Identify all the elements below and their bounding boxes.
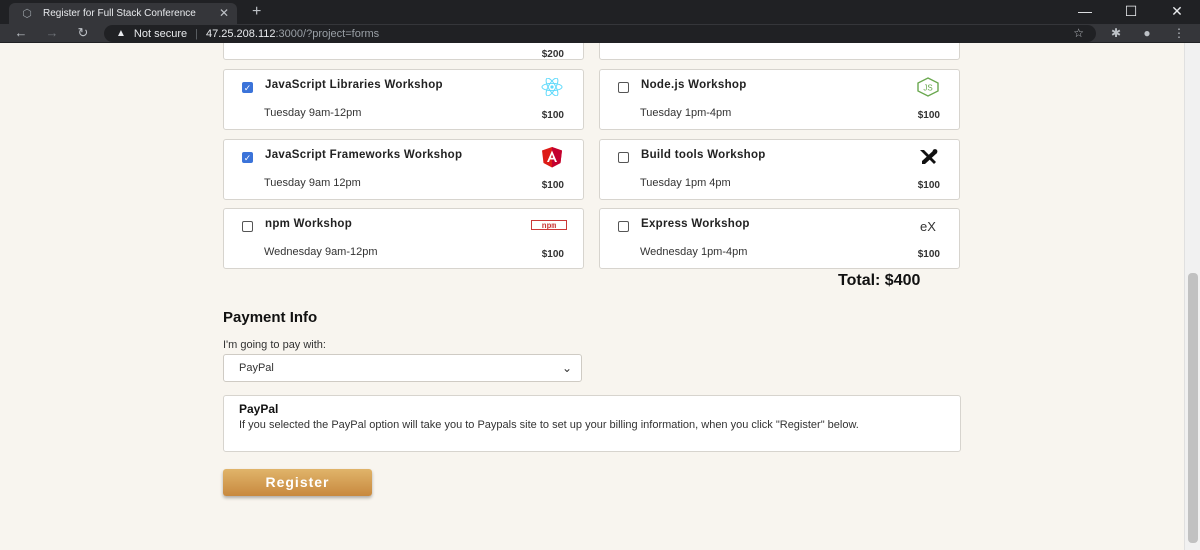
workshop-card-partial[interactable]: $200 bbox=[223, 43, 584, 60]
forward-icon[interactable]: → bbox=[41, 24, 63, 43]
bookmark-star-icon[interactable]: ☆ bbox=[1073, 26, 1084, 40]
address-bar[interactable]: ▲ Not secure | 47.25.208.112 :3000/?proj… bbox=[104, 25, 1096, 42]
chevron-down-icon: ⌄ bbox=[561, 361, 572, 375]
maximize-button[interactable]: ☐ bbox=[1108, 0, 1154, 24]
express-icon: eX bbox=[920, 218, 936, 234]
workshop-time: Tuesday 9am-12pm bbox=[264, 107, 362, 119]
workshop-name: JavaScript Frameworks Workshop bbox=[265, 149, 463, 161]
workshop-time: Tuesday 1pm 4pm bbox=[640, 177, 731, 189]
paypal-info-box: PayPal If you selected the PayPal option… bbox=[223, 395, 961, 452]
workshop-card-npm[interactable]: npm Workshop npm Wednesday 9am-12pm $100 bbox=[223, 208, 584, 269]
reload-icon[interactable]: ↻ bbox=[72, 24, 94, 43]
js-libraries-checkbox[interactable]: ✓ bbox=[242, 82, 253, 93]
workshop-card-express[interactable]: Express Workshop eX Wednesday 1pm-4pm $1… bbox=[599, 208, 960, 269]
workshop-price: $200 bbox=[541, 49, 564, 60]
divider: | bbox=[195, 27, 198, 40]
back-icon[interactable]: ← bbox=[10, 24, 32, 43]
payment-heading: Payment Info bbox=[223, 309, 318, 326]
nodejs-logo-text: JS bbox=[923, 84, 932, 93]
tab-title: Register for Full Stack Conference bbox=[43, 8, 196, 19]
workshop-name: npm Workshop bbox=[265, 218, 353, 230]
workshop-price: $100 bbox=[541, 249, 564, 260]
scrollbar-thumb[interactable] bbox=[1188, 273, 1198, 543]
nodejs-checkbox[interactable] bbox=[618, 82, 629, 93]
npm-icon: npm bbox=[531, 216, 567, 236]
globe-icon: ⬡ bbox=[22, 7, 32, 20]
workshop-name: JavaScript Libraries Workshop bbox=[265, 79, 443, 91]
npm-checkbox[interactable] bbox=[242, 221, 253, 232]
tab-bar: ⬡ Register for Full Stack Conference ✕ +… bbox=[0, 0, 1200, 24]
paypal-info-text: If you selected the PayPal option will t… bbox=[239, 419, 859, 431]
workshop-price: $100 bbox=[917, 110, 940, 121]
register-button[interactable]: Register bbox=[223, 469, 372, 496]
workshop-time: Tuesday 1pm-4pm bbox=[640, 107, 732, 119]
url-path: :3000/?project=forms bbox=[275, 27, 380, 40]
not-secure-label: Not secure bbox=[133, 27, 188, 40]
workshop-card-partial[interactable] bbox=[599, 43, 960, 60]
workshop-price: $100 bbox=[917, 180, 940, 191]
warning-icon: ▲ bbox=[116, 28, 126, 39]
js-frameworks-checkbox[interactable]: ✓ bbox=[242, 152, 253, 163]
payment-selected-value: PayPal bbox=[239, 362, 274, 374]
build-tools-checkbox[interactable] bbox=[618, 152, 629, 163]
workshop-card-nodejs[interactable]: Node.js Workshop JS Tuesday 1pm-4pm $100 bbox=[599, 69, 960, 130]
react-icon bbox=[539, 77, 565, 97]
workshop-price: $100 bbox=[917, 249, 940, 260]
express-checkbox[interactable] bbox=[618, 221, 629, 232]
page-viewport: $200 ✓ JavaScript Libraries Workshop Tue… bbox=[0, 43, 1184, 550]
tab-close-icon[interactable]: ✕ bbox=[219, 6, 229, 20]
payment-method-select[interactable]: PayPal ⌄ bbox=[223, 354, 582, 382]
angular-icon bbox=[539, 147, 565, 168]
workshop-time: Wednesday 9am-12pm bbox=[264, 246, 378, 258]
new-tab-button[interactable]: + bbox=[252, 3, 261, 21]
workshop-card-build-tools[interactable]: Build tools Workshop Tuesday 1pm 4pm $10… bbox=[599, 139, 960, 200]
paypal-info-title: PayPal bbox=[239, 402, 279, 416]
workshop-card-js-libraries[interactable]: ✓ JavaScript Libraries Workshop Tuesday … bbox=[223, 69, 584, 130]
page-scrollbar[interactable] bbox=[1184, 43, 1200, 550]
payment-label: I'm going to pay with: bbox=[223, 339, 326, 351]
total-cost: Total: $400 bbox=[838, 272, 921, 289]
workshop-time: Wednesday 1pm-4pm bbox=[640, 246, 748, 258]
url-host: 47.25.208.112 bbox=[205, 27, 276, 40]
browser-tab[interactable]: ⬡ Register for Full Stack Conference ✕ bbox=[9, 3, 237, 24]
browser-toolbar: ← → ↻ ▲ Not secure | 47.25.208.112 :3000… bbox=[0, 24, 1200, 43]
workshop-time: Tuesday 9am 12pm bbox=[264, 177, 361, 189]
tools-icon bbox=[915, 147, 941, 167]
workshop-card-js-frameworks[interactable]: ✓ JavaScript Frameworks Workshop Tuesday… bbox=[223, 139, 584, 200]
profile-icon[interactable]: ● bbox=[1136, 24, 1158, 43]
workshop-price: $100 bbox=[541, 180, 564, 191]
minimize-button[interactable]: — bbox=[1062, 0, 1108, 24]
workshop-name: Express Workshop bbox=[641, 218, 750, 230]
menu-icon[interactable]: ⋮ bbox=[1168, 24, 1190, 43]
npm-logo-text: npm bbox=[542, 222, 557, 231]
workshop-price: $100 bbox=[541, 110, 564, 121]
nodejs-icon: JS bbox=[915, 77, 941, 97]
close-window-button[interactable]: ✕ bbox=[1154, 0, 1200, 24]
workshop-name: Build tools Workshop bbox=[641, 149, 766, 161]
extensions-icon[interactable]: ✱ bbox=[1105, 24, 1127, 43]
workshop-name: Node.js Workshop bbox=[641, 79, 747, 91]
